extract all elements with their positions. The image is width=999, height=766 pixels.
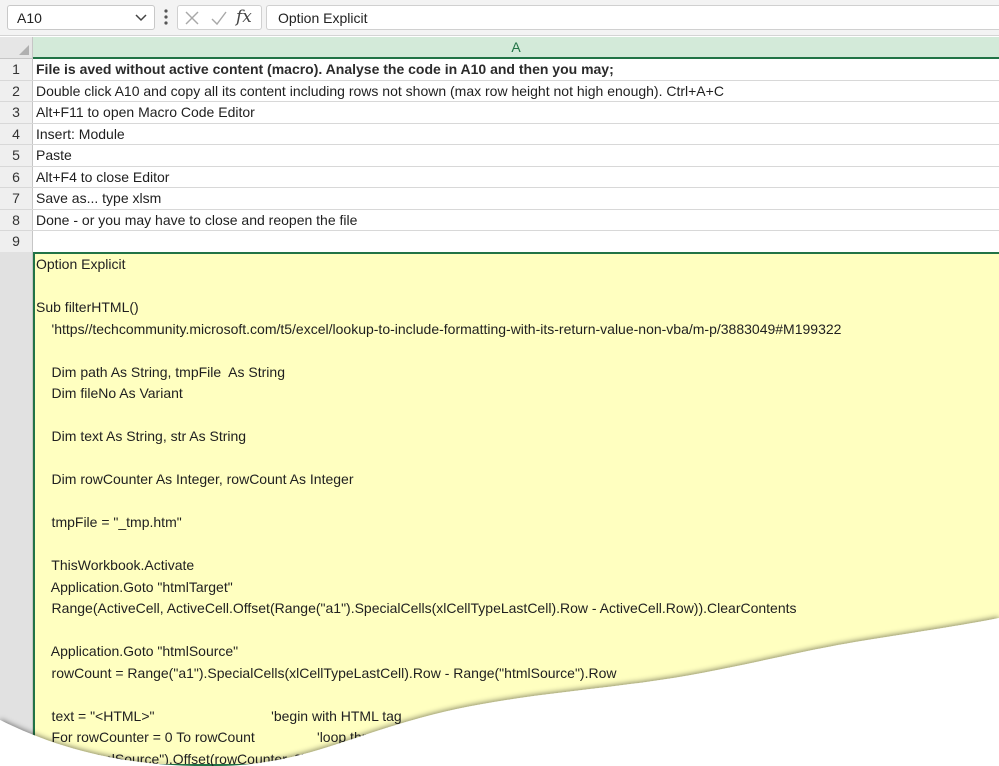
insert-function-icon[interactable]: fx: [236, 7, 252, 27]
row-header[interactable]: 1: [0, 59, 33, 80]
cell-a1[interactable]: File is aved without active content (mac…: [36, 59, 614, 80]
cell-a4[interactable]: Insert: Module: [36, 124, 125, 145]
cell-a8[interactable]: Done - or you may have to close and reop…: [36, 210, 357, 231]
formula-text: Option Explicit: [278, 10, 368, 26]
row-header[interactable]: 3: [0, 102, 33, 123]
table-row: 3 Alt+F11 to open Macro Code Editor: [0, 102, 999, 124]
code-line: Sub filterHTML(): [36, 299, 139, 315]
formula-input[interactable]: Option Explicit: [266, 5, 999, 30]
cell-a7[interactable]: Save as... type xlsm: [36, 188, 161, 209]
code-line: Dim rowCounter As Integer, rowCount As I…: [36, 471, 354, 487]
table-row: 6 Alt+F4 to close Editor: [0, 166, 999, 188]
name-box-value: A10: [17, 10, 42, 26]
row-header[interactable]: 7: [0, 188, 33, 209]
cell-a2[interactable]: Double click A10 and copy all its conten…: [36, 81, 724, 102]
code-line: Dim fileNo As Variant: [36, 385, 183, 401]
table-row: 9: [0, 231, 999, 253]
more-options-icon[interactable]: [162, 7, 170, 27]
cell-a6[interactable]: Alt+F4 to close Editor: [36, 167, 169, 188]
code-line: 'https//techcommunity.microsoft.com/t5/e…: [36, 320, 842, 337]
code-line: tmpFile = "_tmp.htm": [36, 514, 182, 530]
select-all-corner[interactable]: [0, 37, 33, 59]
code-line: Application.Goto "htmlTarget": [36, 578, 233, 595]
cell-a5[interactable]: Paste: [36, 145, 72, 166]
table-row: 2 Double click A10 and copy all its cont…: [0, 80, 999, 102]
code-line: Dim text As String, str As String: [36, 428, 247, 444]
code-line: Dim path As String, tmpFile As String: [36, 363, 285, 380]
enter-check-icon[interactable]: [210, 10, 228, 26]
code-line: ThisWorkbook.Activate: [36, 557, 195, 573]
row-header[interactable]: 8: [0, 209, 33, 230]
table-row: 8 Done - or you may have to close and re…: [0, 209, 999, 231]
row-header[interactable]: 4: [0, 123, 33, 144]
formula-actions: fx: [177, 5, 262, 30]
table-row: 1 File is aved without active content (m…: [0, 59, 999, 81]
code-line: Option Explicit: [36, 256, 126, 272]
table-row: 4 Insert: Module: [0, 123, 999, 145]
table-row: 5 Paste: [0, 145, 999, 167]
formula-bar: A10 fx Option Explicit: [0, 0, 999, 36]
table-row: 7 Save as... type xlsm: [0, 188, 999, 210]
row-header[interactable]: 9: [0, 231, 33, 252]
row-header[interactable]: 5: [0, 145, 33, 166]
row-header[interactable]: 6: [0, 166, 33, 187]
row-header[interactable]: 2: [0, 80, 33, 101]
torn-edge-graphic: [0, 618, 999, 766]
column-header-a[interactable]: A: [33, 37, 999, 59]
chevron-down-icon[interactable]: [134, 10, 148, 24]
cell-a3[interactable]: Alt+F11 to open Macro Code Editor: [36, 102, 255, 123]
sheet-rows: 1 File is aved without active content (m…: [0, 59, 999, 253]
name-box[interactable]: A10: [7, 5, 155, 30]
cancel-icon[interactable]: [184, 10, 200, 26]
